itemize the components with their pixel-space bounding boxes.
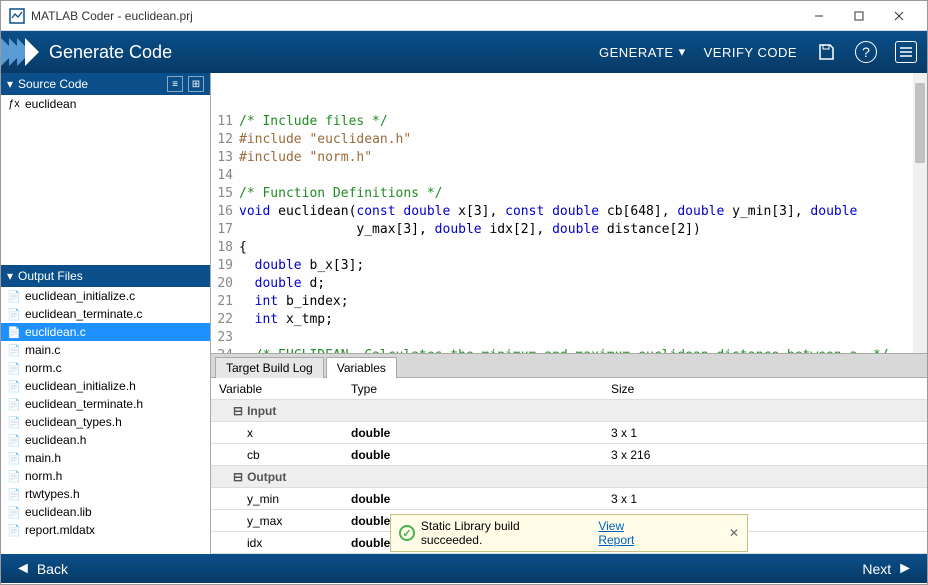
output-file-item[interactable]: 📄report.mldatx [1, 521, 210, 539]
tree-view-icon[interactable]: ⊞ [188, 76, 204, 92]
function-icon: ƒx [7, 97, 21, 111]
back-button[interactable]: ◄ Back [15, 560, 68, 578]
file-icon: 📄 [7, 343, 21, 357]
table-row[interactable]: y_mindouble3 x 1 [211, 488, 927, 510]
source-file-item[interactable]: ƒxeuclidean [1, 95, 210, 113]
app-header: Generate Code GENERATE ▾ VERIFY CODE ? [1, 31, 927, 73]
file-icon: 📄 [7, 433, 21, 447]
app-icon [9, 8, 25, 24]
help-icon[interactable]: ? [855, 41, 877, 63]
output-file-item[interactable]: 📄rtwtypes.h [1, 485, 210, 503]
menu-icon[interactable] [895, 41, 917, 63]
output-file-item[interactable]: 📄euclidean_terminate.c [1, 305, 210, 323]
output-file-item[interactable]: 📄main.h [1, 449, 210, 467]
step-chevrons-icon [7, 38, 39, 66]
code-editor[interactable]: 11/* Include files */12#include "euclide… [211, 73, 927, 353]
close-button[interactable] [879, 2, 919, 30]
collapse-icon[interactable]: ⊟ [233, 470, 243, 484]
close-icon[interactable]: ✕ [729, 526, 739, 540]
file-icon: 📄 [7, 325, 21, 339]
next-button[interactable]: Next ► [862, 560, 913, 578]
file-icon: 📄 [7, 415, 21, 429]
file-icon: 📄 [7, 451, 21, 465]
file-icon: 📄 [7, 379, 21, 393]
output-file-item[interactable]: 📄euclidean_initialize.h [1, 377, 210, 395]
output-file-item[interactable]: 📄norm.c [1, 359, 210, 377]
file-icon: 📄 [7, 523, 21, 537]
editor-panel: 11/* Include files */12#include "euclide… [211, 73, 927, 554]
output-files-header: ▾ Output Files [1, 265, 210, 287]
file-icon: 📄 [7, 487, 21, 501]
file-icon: 📄 [7, 469, 21, 483]
window-titlebar: MATLAB Coder - euclidean.prj [1, 1, 927, 31]
save-icon[interactable] [815, 41, 837, 63]
output-file-item[interactable]: 📄euclidean.h [1, 431, 210, 449]
bottom-tabs: Target Build Log Variables [211, 353, 927, 377]
build-status-toast: ✓ Static Library build succeeded. View R… [390, 514, 748, 552]
file-icon: 📄 [7, 361, 21, 375]
output-file-item[interactable]: 📄euclidean_types.h [1, 413, 210, 431]
output-file-item[interactable]: 📄main.c [1, 341, 210, 359]
arrow-right-icon: ► [897, 560, 913, 578]
chevron-down-icon[interactable]: ▾ [7, 269, 13, 283]
source-code-header: ▾ Source Code ≡ ⊞ [1, 73, 210, 95]
output-file-item[interactable]: 📄euclidean_initialize.c [1, 287, 210, 305]
minimize-button[interactable] [799, 2, 839, 30]
output-file-item[interactable]: 📄norm.h [1, 467, 210, 485]
tab-variables[interactable]: Variables [326, 357, 397, 378]
chevron-down-icon[interactable]: ▾ [7, 77, 13, 91]
file-icon: 📄 [7, 397, 21, 411]
file-icon: 📄 [7, 289, 21, 303]
output-file-item[interactable]: 📄euclidean.c [1, 323, 210, 341]
scrollbar[interactable] [913, 73, 927, 353]
page-title: Generate Code [49, 42, 599, 63]
verify-code-button[interactable]: VERIFY CODE [704, 45, 797, 60]
file-icon: 📄 [7, 307, 21, 321]
table-row[interactable]: xdouble3 x 1 [211, 422, 927, 444]
maximize-button[interactable] [839, 2, 879, 30]
file-icon: 📄 [7, 505, 21, 519]
footer: ◄ Back Next ► [1, 554, 927, 583]
list-view-icon[interactable]: ≡ [167, 76, 183, 92]
tab-target-build-log[interactable]: Target Build Log [215, 357, 324, 378]
success-icon: ✓ [399, 525, 415, 541]
output-file-item[interactable]: 📄euclidean.lib [1, 503, 210, 521]
table-row[interactable]: cbdouble3 x 216 [211, 444, 927, 466]
output-file-item[interactable]: 📄euclidean_terminate.h [1, 395, 210, 413]
view-report-link[interactable]: View Report [598, 519, 663, 547]
collapse-icon[interactable]: ⊟ [233, 404, 243, 418]
generate-button[interactable]: GENERATE ▾ [599, 44, 686, 60]
arrow-left-icon: ◄ [15, 560, 31, 578]
dropdown-icon: ▾ [679, 44, 686, 60]
window-title: MATLAB Coder - euclidean.prj [31, 9, 799, 23]
sidebar: ▾ Source Code ≡ ⊞ ƒxeuclidean ▾ Output F… [1, 73, 211, 554]
